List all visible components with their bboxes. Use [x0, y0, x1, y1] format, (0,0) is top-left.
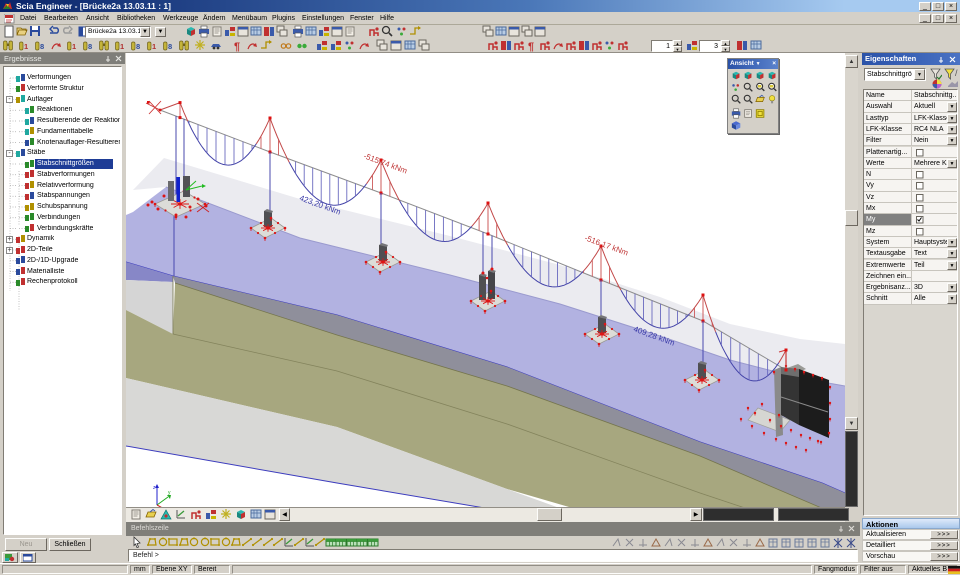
svg-text:8: 8 — [136, 42, 140, 51]
svg-text:¶: ¶ — [528, 41, 534, 52]
svg-text:8: 8 — [168, 42, 172, 51]
svg-text:1: 1 — [152, 42, 156, 51]
svg-text:1: 1 — [120, 42, 124, 51]
svg-text:1: 1 — [24, 42, 28, 51]
svg-text:8: 8 — [88, 42, 92, 51]
svg-text:¶: ¶ — [234, 41, 240, 52]
svg-text:8: 8 — [40, 42, 44, 51]
svg-text:1: 1 — [72, 42, 76, 51]
